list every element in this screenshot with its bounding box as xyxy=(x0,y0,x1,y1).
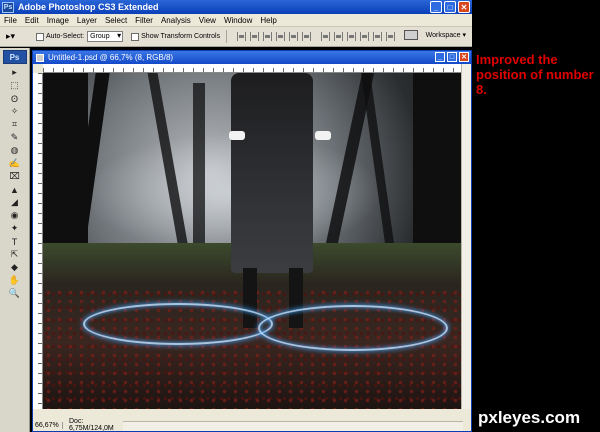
app-titlebar: Ps Adobe Photoshop CS3 Extended _ □ ✕ xyxy=(0,0,472,14)
image-canvas[interactable] xyxy=(43,73,461,409)
distribute-top-icon[interactable] xyxy=(321,32,331,41)
menu-analysis[interactable]: Analysis xyxy=(157,16,195,25)
align-left-icon[interactable] xyxy=(276,32,286,41)
tool-18-icon[interactable]: 🔍 xyxy=(5,287,25,300)
tool-4-icon[interactable]: ✧ xyxy=(5,105,25,118)
document-title: Untitled-1.psd @ 66,7% (8, RGB/8) xyxy=(48,53,174,62)
show-transform-label: Show Transform Controls xyxy=(141,33,221,40)
menu-view[interactable]: View xyxy=(195,16,220,25)
tool-2-icon[interactable]: ⬚ xyxy=(5,79,25,92)
distribute-right-icon[interactable] xyxy=(386,32,396,41)
doc-maximize-button[interactable]: □ xyxy=(447,52,457,62)
menu-filter[interactable]: Filter xyxy=(131,16,157,25)
close-button[interactable]: ✕ xyxy=(458,1,470,13)
vertical-scrollbar[interactable] xyxy=(461,64,471,409)
align-right-icon[interactable] xyxy=(302,32,312,41)
tree-trunk xyxy=(193,83,205,248)
menu-bar: File Edit Image Layer Select Filter Analysis Vi… xyxy=(0,14,472,27)
menu-image[interactable]: Image xyxy=(43,16,73,25)
align-bottom-icon[interactable] xyxy=(263,32,273,41)
zoom-level[interactable]: 66,67% xyxy=(33,421,63,429)
vertical-ruler[interactable] xyxy=(33,73,43,409)
tools-palette: Ps ▸ ⬚ ʘ ✧ ⌗ ✎ ◍ ✍ ⌧ ▲ ◢ ◉ ✦ T ⇱ ◆ ✋ 🔍 xyxy=(0,48,30,432)
glowing-ring-left xyxy=(83,303,273,345)
tool-1-icon[interactable]: ▸ xyxy=(5,66,25,79)
left-cuff xyxy=(229,131,245,140)
align-top-icon[interactable] xyxy=(237,32,247,41)
tool-15-icon[interactable]: ⇱ xyxy=(5,248,25,261)
tool-3-icon[interactable]: ʘ xyxy=(5,92,25,105)
move-tool-preset-picker[interactable]: ▸▾ xyxy=(6,30,28,44)
tool-17-icon[interactable]: ✋ xyxy=(5,274,25,287)
tool-12-icon[interactable]: ◉ xyxy=(5,209,25,222)
align-vcenter-icon[interactable] xyxy=(250,32,260,41)
document-window: Untitled-1.psd @ 66,7% (8, RGB/8) _ □ ✕ … xyxy=(32,50,472,432)
ps-logo[interactable]: Ps xyxy=(2,50,27,64)
distribute-left-icon[interactable] xyxy=(360,32,370,41)
doc-close-button[interactable]: ✕ xyxy=(459,52,469,62)
tool-13-icon[interactable]: ✦ xyxy=(5,222,25,235)
document-info[interactable]: Doc: 6,75M/124,0M xyxy=(69,418,129,432)
options-bar: ▸▾ Auto-Select: Group Show Transform Con… xyxy=(0,27,472,47)
workspace-label[interactable]: Workspace ▾ xyxy=(426,31,466,39)
glowing-ring-right xyxy=(258,305,448,351)
watermark-brand: pxleyes.com xyxy=(478,408,581,427)
distribute-bottom-icon[interactable] xyxy=(347,32,357,41)
menu-file[interactable]: File xyxy=(0,16,21,25)
tool-6-icon[interactable]: ✎ xyxy=(5,131,25,144)
horizontal-scrollbar[interactable] xyxy=(123,421,463,431)
horizontal-ruler[interactable] xyxy=(43,64,461,73)
minimize-button[interactable]: _ xyxy=(430,1,442,13)
show-transform-checkbox[interactable] xyxy=(131,32,140,41)
document-titlebar[interactable]: Untitled-1.psd @ 66,7% (8, RGB/8) _ □ ✕ xyxy=(33,51,471,64)
tool-10-icon[interactable]: ▲ xyxy=(5,183,25,196)
align-hcenter-icon[interactable] xyxy=(289,32,299,41)
annotation-text: Improved the position of number 8. xyxy=(476,52,594,97)
auto-select-checkbox[interactable] xyxy=(36,32,44,41)
menu-edit[interactable]: Edit xyxy=(21,16,43,25)
app-title: Adobe Photoshop CS3 Extended xyxy=(18,2,159,12)
menu-window[interactable]: Window xyxy=(220,16,256,25)
tool-14-icon[interactable]: T xyxy=(5,235,25,248)
right-cuff xyxy=(315,131,331,140)
tool-16-icon[interactable]: ◆ xyxy=(5,261,25,274)
doc-minimize-button[interactable]: _ xyxy=(435,52,445,62)
workspace-switcher[interactable]: Workspace ▾ xyxy=(403,30,466,40)
tool-7-icon[interactable]: ◍ xyxy=(5,144,25,157)
tool-5-icon[interactable]: ⌗ xyxy=(5,118,25,131)
tool-8-icon[interactable]: ✍ xyxy=(5,157,25,170)
menu-select[interactable]: Select xyxy=(101,16,131,25)
tool-9-icon[interactable]: ⌧ xyxy=(5,170,25,183)
distribute-vcenter-icon[interactable] xyxy=(334,32,344,41)
menu-help[interactable]: Help xyxy=(256,16,280,25)
photoshop-icon: Ps xyxy=(2,1,14,13)
maximize-button[interactable]: □ xyxy=(444,1,456,13)
figure-coat xyxy=(231,73,313,273)
auto-select-dropdown[interactable]: Group xyxy=(87,31,124,42)
divider xyxy=(226,30,228,43)
tool-11-icon[interactable]: ◢ xyxy=(5,196,25,209)
distribute-hcenter-icon[interactable] xyxy=(373,32,383,41)
menu-layer[interactable]: Layer xyxy=(73,16,101,25)
document-icon xyxy=(36,53,44,62)
auto-select-label: Auto-Select: xyxy=(46,33,85,40)
palette-well-icon[interactable] xyxy=(403,30,418,40)
